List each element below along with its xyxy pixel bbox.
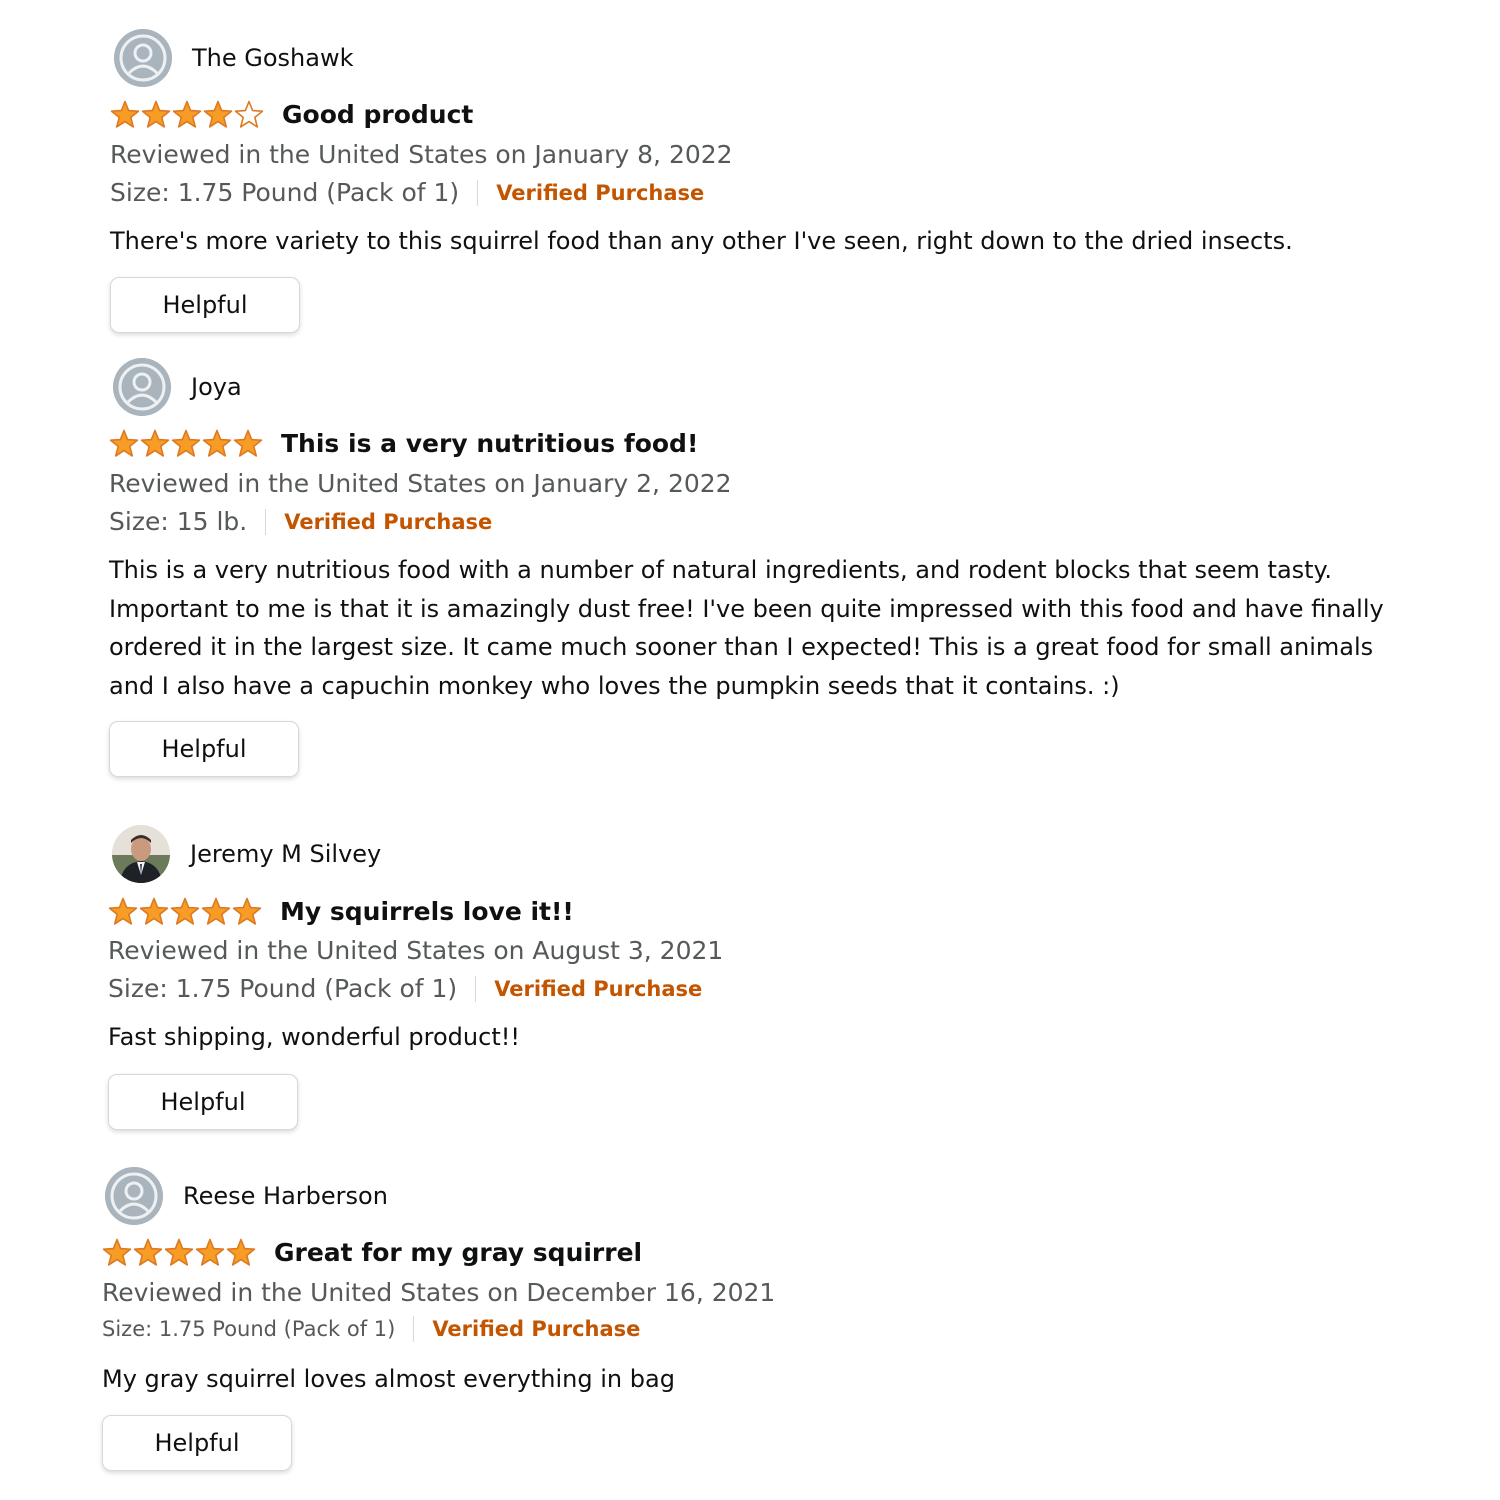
star-rating[interactable] xyxy=(108,897,262,926)
star-filled-icon xyxy=(170,897,200,925)
star-filled-icon xyxy=(133,1238,163,1266)
divider xyxy=(265,508,267,535)
reviewer-name[interactable]: Reese Harberson xyxy=(183,1182,388,1210)
reviewer-profile[interactable]: Joya xyxy=(113,358,242,416)
star-filled-icon xyxy=(226,1238,256,1266)
helpful-button[interactable]: Helpful xyxy=(102,1415,292,1471)
review-date: Reviewed in the United States on August … xyxy=(108,936,724,965)
verified-purchase-badge: Verified Purchase xyxy=(494,976,703,1001)
default-user-icon xyxy=(113,358,171,416)
star-filled-icon xyxy=(141,100,171,128)
star-filled-icon xyxy=(233,429,263,457)
star-rating[interactable] xyxy=(109,429,263,458)
verified-purchase-badge: Verified Purchase xyxy=(284,509,493,534)
star-filled-icon xyxy=(172,100,202,128)
default-user-icon xyxy=(114,29,172,87)
star-empty-icon xyxy=(234,100,264,128)
size-label[interactable]: Size: 1.75 Pound (Pack of 1) xyxy=(108,974,457,1003)
star-filled-icon xyxy=(108,897,138,925)
review-title[interactable]: Great for my gray squirrel xyxy=(274,1238,642,1267)
reviewer-name[interactable]: The Goshawk xyxy=(192,44,354,72)
star-filled-icon xyxy=(110,100,140,128)
star-filled-icon xyxy=(171,429,201,457)
review-date: Reviewed in the United States on January… xyxy=(109,469,732,498)
size-label[interactable]: Size: 1.75 Pound (Pack of 1) xyxy=(110,178,459,207)
review-title[interactable]: Good product xyxy=(282,100,473,129)
helpful-button[interactable]: Helpful xyxy=(109,721,299,777)
review-date: Reviewed in the United States on January… xyxy=(110,140,733,169)
reviewer-name[interactable]: Joya xyxy=(191,373,242,401)
star-rating[interactable] xyxy=(110,100,264,129)
reviewer-profile[interactable]: Reese Harberson xyxy=(105,1167,388,1225)
reviewer-profile[interactable]: The Goshawk xyxy=(114,29,354,87)
default-user-icon xyxy=(105,1167,163,1225)
review-title[interactable]: This is a very nutritious food! xyxy=(281,429,698,458)
star-filled-icon xyxy=(140,429,170,457)
divider xyxy=(477,179,479,206)
divider xyxy=(413,1316,415,1342)
review-body: This is a very nutritious food with a nu… xyxy=(109,556,1384,700)
star-filled-icon xyxy=(232,897,262,925)
size-label[interactable]: Size: 1.75 Pound (Pack of 1) xyxy=(102,1317,395,1341)
star-filled-icon xyxy=(139,897,169,925)
star-filled-icon xyxy=(195,1238,225,1266)
helpful-button[interactable]: Helpful xyxy=(108,1074,298,1130)
verified-purchase-badge: Verified Purchase xyxy=(496,180,705,205)
divider xyxy=(475,975,477,1002)
star-rating[interactable] xyxy=(102,1238,256,1267)
review-body: There's more variety to this squirrel fo… xyxy=(110,227,1293,255)
size-label[interactable]: Size: 15 lb. xyxy=(109,507,247,536)
star-filled-icon xyxy=(164,1238,194,1266)
reviewer-profile[interactable]: Jeremy M Silvey xyxy=(112,825,381,883)
reviewer-name[interactable]: Jeremy M Silvey xyxy=(190,840,381,868)
helpful-button[interactable]: Helpful xyxy=(110,277,300,333)
review-body: My gray squirrel loves almost everything… xyxy=(102,1365,675,1393)
profile-photo xyxy=(112,825,170,883)
review-title[interactable]: My squirrels love it!! xyxy=(280,897,574,926)
verified-purchase-badge: Verified Purchase xyxy=(432,1317,641,1341)
star-filled-icon xyxy=(202,429,232,457)
star-filled-icon xyxy=(102,1238,132,1266)
review-date: Reviewed in the United States on Decembe… xyxy=(102,1278,776,1307)
star-filled-icon xyxy=(203,100,233,128)
star-filled-icon xyxy=(109,429,139,457)
review-body: Fast shipping, wonderful product!! xyxy=(108,1023,520,1051)
star-filled-icon xyxy=(201,897,231,925)
